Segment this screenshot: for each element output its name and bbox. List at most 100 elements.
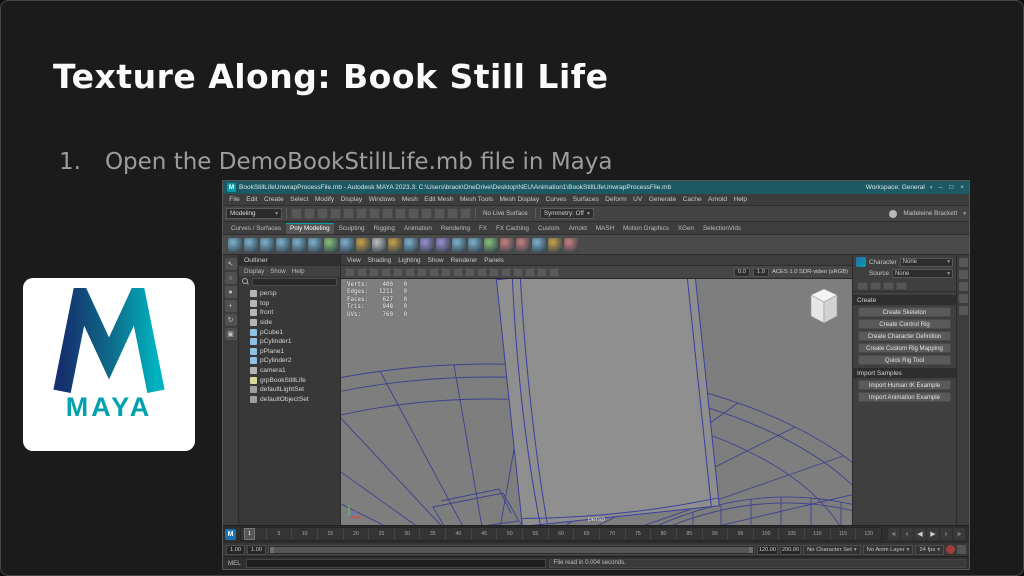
workspace-selector[interactable]: Workspace: General: [866, 184, 925, 191]
outliner-menu-display[interactable]: Display: [244, 268, 264, 275]
viewport[interactable]: Verts: 400 0 Edges: 1211 0 Faces: 627 0 Tris: 948 0…: [341, 279, 852, 525]
shelf-tab-selectionvids[interactable]: SelectionVids: [699, 223, 745, 234]
image-plane-icon[interactable]: [393, 267, 403, 277]
shadows-toggle-icon[interactable]: [537, 267, 547, 277]
range-grip-left[interactable]: [270, 546, 274, 553]
smooth-shelf-icon[interactable]: [484, 237, 498, 252]
construction-history-icon[interactable]: [421, 208, 432, 219]
bookmarks-icon[interactable]: [381, 267, 391, 277]
shelf-tab-custom[interactable]: Custom: [534, 223, 564, 234]
sweep-mesh-shelf-icon[interactable]: [404, 237, 418, 252]
shelf-tab-mash[interactable]: MASH: [592, 223, 618, 234]
safe-title-icon[interactable]: [477, 267, 487, 277]
rotate-tool[interactable]: ↻: [224, 314, 237, 326]
outliner-item-persp[interactable]: persp: [239, 289, 340, 299]
playback-start-field[interactable]: 1.00: [247, 544, 266, 555]
timeline-tick[interactable]: 75: [624, 528, 651, 540]
modeling-toolkit-icon[interactable]: [958, 294, 968, 303]
menu-surfaces[interactable]: Surfaces: [570, 196, 602, 203]
panel-menu-panels[interactable]: Panels: [484, 257, 504, 264]
menu-create[interactable]: Create: [261, 196, 287, 203]
target-weld-shelf-icon[interactable]: [564, 237, 578, 252]
outliner-item-pcube1[interactable]: pCube1: [239, 327, 340, 337]
import-human-ik-example-button[interactable]: Import Human IK Example: [858, 380, 951, 390]
timeline-tick[interactable]: 95: [727, 528, 753, 540]
create-skeleton-button[interactable]: Create Skeleton: [858, 307, 951, 317]
save-scene-icon[interactable]: [317, 208, 328, 219]
anim-layer-selector[interactable]: No Anim Layer ▾: [862, 544, 914, 555]
camera-attributes-icon[interactable]: [369, 267, 379, 277]
time-slider[interactable]: 1510152025303540455055606570758085909510…: [240, 527, 882, 541]
menu-file[interactable]: File: [226, 196, 243, 203]
panel-menu-show[interactable]: Show: [428, 257, 444, 264]
gamma-field[interactable]: 1.0: [752, 267, 769, 277]
outliner-item-camera1[interactable]: camera1: [239, 366, 340, 376]
scale-tool[interactable]: ▣: [224, 328, 237, 340]
shelf-tab-xgen[interactable]: XGen: [674, 223, 698, 234]
menu-windows[interactable]: Windows: [365, 196, 398, 203]
channel-box-icon[interactable]: [958, 258, 968, 267]
close-button[interactable]: ×: [959, 184, 965, 191]
menu-curves[interactable]: Curves: [542, 196, 569, 203]
next-key-button[interactable]: ›: [940, 528, 952, 540]
multi-cut-shelf-icon[interactable]: [548, 237, 562, 252]
timeline-tick[interactable]: 5: [265, 528, 292, 540]
use-all-lights-icon[interactable]: [525, 267, 535, 277]
animation-end-field[interactable]: 200.00: [779, 544, 802, 555]
snap-to-point-icon[interactable]: [382, 208, 393, 219]
panel-menu-shading[interactable]: Shading: [368, 257, 391, 264]
field-chart-icon[interactable]: [453, 267, 463, 277]
panel-menu-renderer[interactable]: Renderer: [451, 257, 478, 264]
timeline-tick[interactable]: 30: [393, 528, 420, 540]
shaded-mode-icon[interactable]: [501, 267, 511, 277]
color-management-label[interactable]: ACES 1.0 SDR-video (sRGB): [772, 269, 848, 275]
select-highlight-icon[interactable]: [345, 267, 355, 277]
make-live-icon[interactable]: [408, 208, 419, 219]
attribute-editor-icon[interactable]: [958, 270, 968, 279]
quick-rig-tool-button[interactable]: Quick Rig Tool: [858, 355, 951, 365]
create-custom-rig-mapping-button[interactable]: Create Custom Rig Mapping: [858, 343, 951, 353]
definition-tab-icon[interactable]: [883, 282, 894, 290]
move-tool[interactable]: +: [224, 300, 237, 312]
timeline-tick[interactable]: 35: [419, 528, 445, 540]
timeline-tick[interactable]: 120: [855, 528, 881, 540]
cube-shelf-icon[interactable]: [244, 237, 258, 252]
command-line-input[interactable]: [245, 558, 546, 568]
range-slider[interactable]: [268, 544, 755, 555]
timeline-tick[interactable]: 60: [547, 528, 574, 540]
timeline-tick[interactable]: 110: [804, 528, 830, 540]
menu-deform[interactable]: Deform: [602, 196, 630, 203]
character-set-selector[interactable]: No Character Set ▾: [803, 544, 861, 555]
ipr-render-icon[interactable]: [447, 208, 458, 219]
start-pane-tab-icon[interactable]: [857, 282, 868, 290]
timeline-tick[interactable]: 65: [573, 528, 599, 540]
character-selector[interactable]: None ▾: [899, 257, 953, 267]
timeline-tick[interactable]: 100: [752, 528, 779, 540]
bevel-shelf-icon[interactable]: [516, 237, 530, 252]
tool-settings-icon[interactable]: [958, 282, 968, 291]
timeline-tick[interactable]: 85: [675, 528, 702, 540]
resolution-gate-icon[interactable]: [429, 267, 439, 277]
outliner-item-defaultobjectset[interactable]: defaultObjectSet: [239, 395, 340, 405]
textured-mode-icon[interactable]: [513, 267, 523, 277]
source-selector[interactable]: None ▾: [891, 269, 953, 278]
animation-start-field[interactable]: 1.00: [226, 544, 245, 555]
menu-arnold[interactable]: Arnold: [705, 196, 730, 203]
timeline-tick[interactable]: 90: [701, 528, 728, 540]
gate-mask-icon[interactable]: [441, 267, 451, 277]
custom-rig-tab-icon[interactable]: [896, 282, 907, 290]
menu-help[interactable]: Help: [730, 196, 750, 203]
open-scene-icon[interactable]: [304, 208, 315, 219]
shelf-tab-sculpting[interactable]: Sculpting: [335, 223, 369, 234]
snap-to-grid-icon[interactable]: [356, 208, 367, 219]
render-current-frame-icon[interactable]: [434, 208, 445, 219]
outliner-item-pplane1[interactable]: pPlane1: [239, 347, 340, 357]
extrude-shelf-icon[interactable]: [500, 237, 514, 252]
shelf-tab-fx[interactable]: FX: [475, 223, 491, 234]
snap-to-plane-icon[interactable]: [395, 208, 406, 219]
menu-generate[interactable]: Generate: [646, 196, 680, 203]
menu-mesh-display[interactable]: Mesh Display: [496, 196, 542, 203]
paint-select-tool[interactable]: ●: [224, 286, 237, 298]
redo-icon[interactable]: [343, 208, 354, 219]
disc-shelf-icon[interactable]: [324, 237, 338, 252]
